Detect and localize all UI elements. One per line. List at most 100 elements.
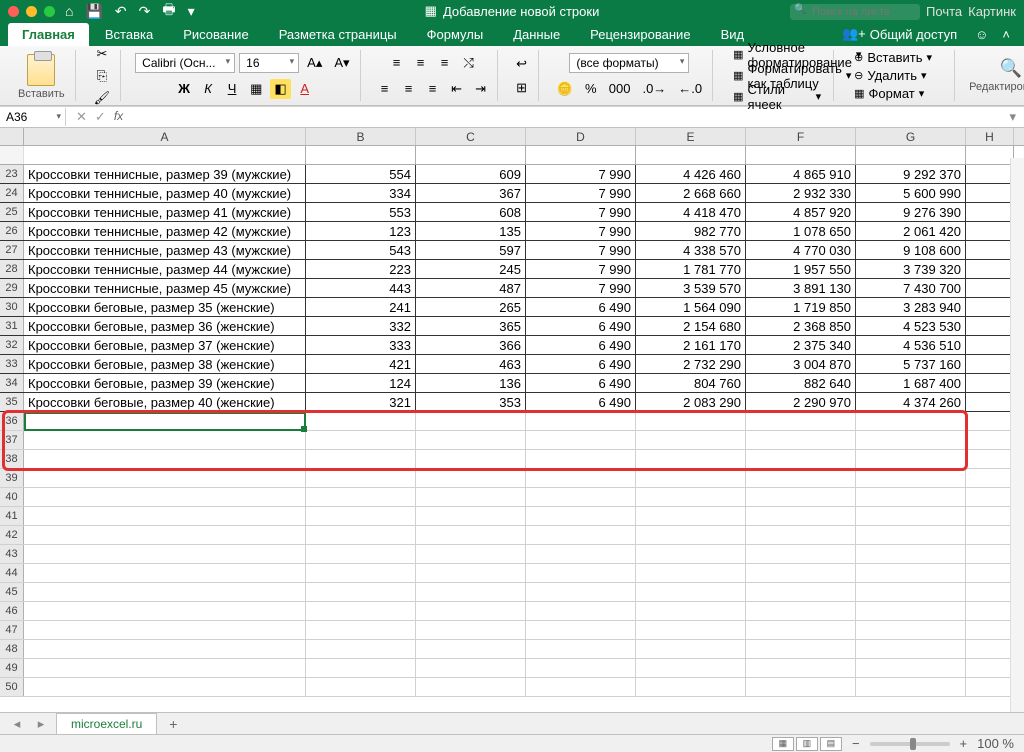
cell[interactable]: Кроссовки беговые, размер 37 (женские)	[24, 336, 306, 354]
cell[interactable]	[24, 507, 306, 525]
cell[interactable]	[856, 526, 966, 544]
align-center-icon[interactable]: ≡	[399, 79, 419, 99]
home-icon[interactable]: ⌂	[65, 3, 73, 19]
table-row[interactable]: 31Кроссовки беговые, размер 36 (женские)…	[0, 317, 1024, 336]
cell[interactable]: 4 338 570	[636, 241, 746, 259]
table-row[interactable]: 47	[0, 621, 1024, 640]
cell[interactable]: 2 932 330	[746, 184, 856, 202]
cell[interactable]	[24, 678, 306, 696]
cell[interactable]	[636, 621, 746, 639]
cell[interactable]: 6 490	[526, 317, 636, 335]
cell[interactable]: 136	[416, 374, 526, 392]
cell[interactable]	[526, 602, 636, 620]
align-top-icon[interactable]: ≡	[387, 53, 407, 73]
cell[interactable]: 1 687 400	[856, 374, 966, 392]
cell[interactable]	[856, 507, 966, 525]
cell[interactable]: Кроссовки теннисные, размер 43 (мужские)	[24, 241, 306, 259]
cell[interactable]	[636, 583, 746, 601]
zoom-slider[interactable]	[870, 742, 950, 746]
cell[interactable]	[416, 678, 526, 696]
table-row[interactable]: 46	[0, 602, 1024, 621]
name-box[interactable]: A36	[0, 108, 66, 126]
tab-draw[interactable]: Рисование	[169, 23, 262, 46]
cell[interactable]: 608	[416, 203, 526, 221]
menu-mail[interactable]: Почта	[926, 4, 962, 19]
cell[interactable]: 2 083 290	[636, 393, 746, 411]
row-header[interactable]: 32	[0, 336, 24, 354]
cell[interactable]: 265	[416, 298, 526, 316]
cell[interactable]	[306, 602, 416, 620]
row-header[interactable]: 39	[0, 469, 24, 487]
align-middle-icon[interactable]: ≡	[411, 53, 431, 73]
cell[interactable]	[746, 659, 856, 677]
maximize-window-button[interactable]	[44, 6, 55, 17]
font-size-select[interactable]: 16	[239, 53, 299, 73]
insert-cells-button[interactable]: ⊕ Вставить ▾	[848, 49, 948, 66]
cell[interactable]: 2 375 340	[746, 336, 856, 354]
table-row[interactable]: 42	[0, 526, 1024, 545]
row-header[interactable]: 23	[0, 165, 24, 183]
cell[interactable]: 2 290 970	[746, 393, 856, 411]
cell[interactable]	[416, 583, 526, 601]
fx-icon[interactable]: fx	[114, 109, 123, 125]
cell[interactable]: 135	[416, 222, 526, 240]
cell[interactable]: Кроссовки теннисные, размер 41 (мужские)	[24, 203, 306, 221]
cell[interactable]	[24, 450, 306, 468]
sheet-nav-prev-icon[interactable]: ◂	[8, 716, 26, 732]
cell[interactable]: Кроссовки теннисные, размер 42 (мужские)	[24, 222, 306, 240]
col-header-H[interactable]: H	[966, 128, 1014, 145]
cell[interactable]	[416, 526, 526, 544]
cell[interactable]: 2 668 660	[636, 184, 746, 202]
cell[interactable]: 553	[306, 203, 416, 221]
tab-home[interactable]: Главная	[8, 23, 89, 46]
row-header[interactable]: 38	[0, 450, 24, 468]
table-row[interactable]: 44	[0, 564, 1024, 583]
cell[interactable]	[416, 431, 526, 449]
cell[interactable]	[306, 564, 416, 582]
page-break-view-icon[interactable]: ▤	[820, 737, 842, 751]
merge-cells-icon[interactable]: ⊞	[512, 78, 532, 98]
cell[interactable]	[966, 526, 1014, 544]
cell[interactable]	[966, 222, 1014, 240]
cell[interactable]: 1 564 090	[636, 298, 746, 316]
cell[interactable]	[24, 583, 306, 601]
cell[interactable]: 9 292 370	[856, 165, 966, 183]
table-row[interactable]: 37	[0, 431, 1024, 450]
cell[interactable]	[24, 431, 306, 449]
cell[interactable]	[746, 564, 856, 582]
indent-increase-icon[interactable]: ⇥	[471, 79, 491, 99]
cell[interactable]	[856, 431, 966, 449]
zoom-out-button[interactable]: −	[852, 736, 860, 751]
paste-button[interactable]: Вставить	[14, 50, 69, 104]
table-row[interactable]: 48	[0, 640, 1024, 659]
cell[interactable]: Кроссовки беговые, размер 35 (женские)	[24, 298, 306, 316]
cell[interactable]	[526, 621, 636, 639]
cell[interactable]: 241	[306, 298, 416, 316]
cell[interactable]: 1 719 850	[746, 298, 856, 316]
comma-icon[interactable]: 000	[605, 79, 635, 99]
cell[interactable]: 6 490	[526, 374, 636, 392]
cell[interactable]: 1 078 650	[746, 222, 856, 240]
cell[interactable]: 609	[416, 165, 526, 183]
cell[interactable]	[526, 640, 636, 658]
page-layout-view-icon[interactable]: ▥	[796, 737, 818, 751]
cell[interactable]	[856, 469, 966, 487]
row-header[interactable]: 44	[0, 564, 24, 582]
cell[interactable]	[416, 545, 526, 563]
cell[interactable]	[966, 412, 1014, 430]
cell[interactable]: 3 004 870	[746, 355, 856, 373]
cell[interactable]	[966, 317, 1014, 335]
cell[interactable]	[526, 583, 636, 601]
add-sheet-button[interactable]: +	[163, 716, 183, 732]
increase-decimal-icon[interactable]: .0→	[638, 79, 670, 99]
cell[interactable]	[636, 526, 746, 544]
row-header[interactable]: 34	[0, 374, 24, 392]
cell[interactable]	[24, 469, 306, 487]
table-row[interactable]: 45	[0, 583, 1024, 602]
cell[interactable]	[526, 659, 636, 677]
font-color-button[interactable]: A	[295, 79, 315, 99]
col-header-F[interactable]: F	[746, 128, 856, 145]
cell[interactable]	[746, 412, 856, 430]
cell[interactable]	[526, 564, 636, 582]
cell[interactable]	[966, 203, 1014, 221]
